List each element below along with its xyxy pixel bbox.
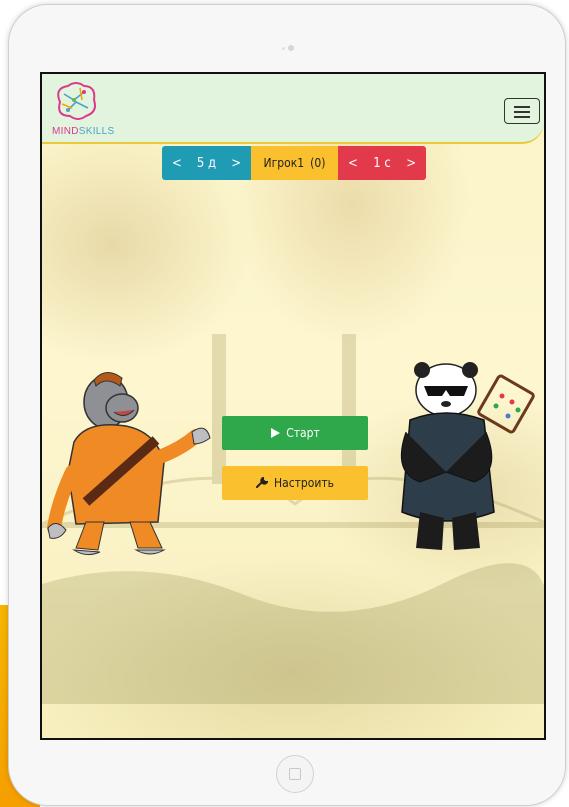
time-next-button[interactable]: > [406,156,416,171]
front-camera [288,45,294,51]
digits-prev-button[interactable]: < [172,156,182,171]
digits-control: < 5 д > [162,146,251,180]
wrench-icon [255,477,268,488]
player-control[interactable]: Игрок1 (0) [251,146,338,180]
camera-sensor [282,47,285,50]
app-header: MINDSKILLS [42,74,544,144]
time-control: < 1 с > [338,146,426,180]
digits-next-button[interactable]: > [231,156,241,171]
play-icon [271,428,281,438]
home-button[interactable] [276,755,314,793]
time-prev-button[interactable]: < [348,156,358,171]
hippo-character [47,372,211,556]
logo-text: MINDSKILLS [52,126,114,137]
setup-button-label: Настроить [273,476,335,490]
app-screen: MINDSKILLS < 5 д > Игрок1 (0) < 1 с > Ст… [40,72,546,740]
player-name: Игрок1 [263,156,305,170]
setup-button[interactable]: Настроить [222,466,368,500]
start-button-label: Старт [286,426,320,440]
time-value: 1 с [373,155,391,171]
panda-character [400,362,535,550]
settings-bar: < 5 д > Игрок1 (0) < 1 с > [162,146,426,180]
menu-button[interactable] [504,98,540,124]
player-score: (0) [310,156,326,170]
hamburger-icon [514,106,530,108]
logo-text-skills: SKILLS [78,126,115,137]
start-button[interactable]: Старт [222,416,368,450]
digits-value: 5 д [196,155,217,171]
brain-icon [57,82,96,120]
logo-text-mind: MIND [52,126,79,137]
app-logo[interactable]: MINDSKILLS [50,80,114,140]
